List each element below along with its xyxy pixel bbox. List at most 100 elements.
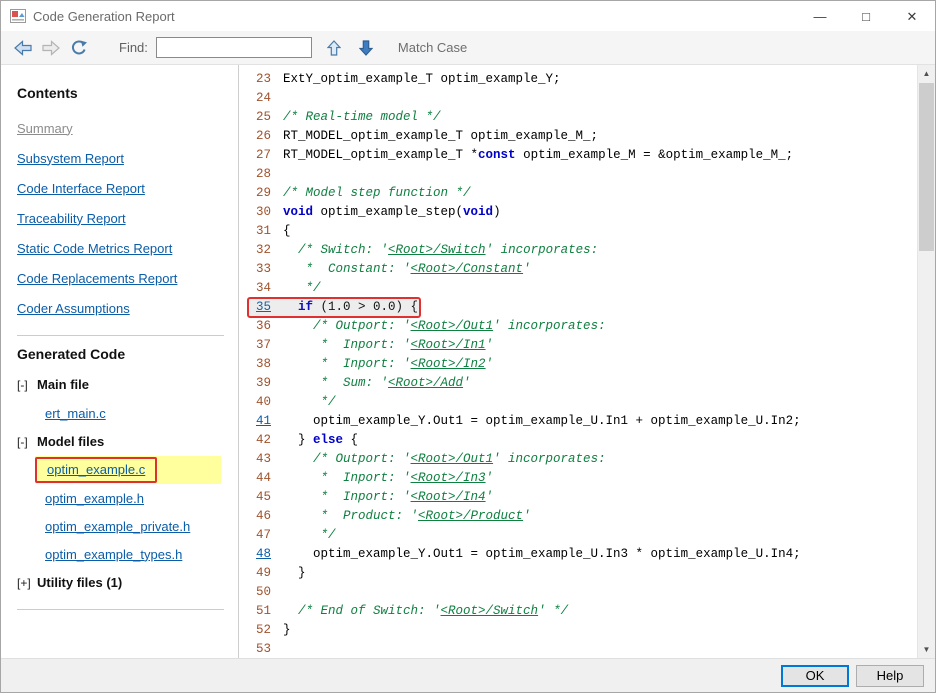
find-label: Find: <box>119 40 148 55</box>
line-number-25: 25 <box>255 110 271 124</box>
forward-button[interactable] <box>39 36 63 60</box>
file-link-optim-example-h[interactable]: optim_example.h <box>45 491 144 506</box>
sidebar-link-coder-assumptions[interactable]: Coder Assumptions <box>17 301 130 316</box>
refresh-button[interactable] <box>67 36 91 60</box>
line-number-50: 50 <box>255 585 271 599</box>
line-number-46: 46 <box>255 509 271 523</box>
line-number-link-48[interactable]: 48 <box>245 545 271 564</box>
line-number-45: 45 <box>255 490 271 504</box>
line-number-24: 24 <box>255 91 271 105</box>
generated-code-header: Generated Code <box>17 346 126 362</box>
sidebar-nav: Summary Subsystem Report Code Interface Re… <box>17 113 238 323</box>
code-text: RT_MODEL_optim_example_T *const optim_ex… <box>283 148 793 162</box>
code-segment: /* Outport: ' <box>283 452 411 466</box>
code-text: { <box>283 224 291 238</box>
line-number-32: 32 <box>255 243 271 257</box>
minimize-button[interactable]: — <box>797 1 843 31</box>
window-title: Code Generation Report <box>33 8 175 24</box>
sidebar-link-traceability-report[interactable]: Traceability Report <box>17 211 126 226</box>
sidebar: Contents Summary Subsystem Report Code Int… <box>1 65 239 658</box>
code-line-29: 29 /* Model step function */ <box>245 184 917 203</box>
file-link-optim-example-c[interactable]: optim_example.c <box>47 462 145 477</box>
scroll-down-button[interactable]: ▼ <box>918 641 935 658</box>
find-input[interactable] <box>155 37 312 58</box>
scroll-up-button[interactable]: ▲ <box>918 65 935 82</box>
scrollbar-thumb[interactable] <box>919 83 934 251</box>
trace-link-root-in4[interactable]: <Root>/In4 <box>411 490 486 504</box>
trace-link-root-in1[interactable]: <Root>/In1 <box>411 338 486 352</box>
code-segment: void <box>283 205 314 219</box>
code-segment: ' <box>485 490 494 504</box>
code-segment: /* Outport: ' <box>283 319 411 333</box>
sidebar-link-code-interface-report[interactable]: Code Interface Report <box>17 181 145 196</box>
nav-row: Coder Assumptions <box>17 293 238 323</box>
main-area: Contents Summary Subsystem Report Code Int… <box>1 65 935 658</box>
file-link-optim-example-types-h[interactable]: optim_example_types.h <box>45 547 182 562</box>
back-arrow-icon <box>14 39 32 56</box>
trace-link-root-add[interactable]: <Root>/Add <box>388 376 463 390</box>
sidebar-divider <box>17 335 224 336</box>
footer: OK Help <box>1 658 935 692</box>
forward-arrow-icon <box>42 39 60 56</box>
line-number-43: 43 <box>255 452 271 466</box>
code-segment: RT_MODEL_optim_example_T optim_example_M… <box>283 129 599 143</box>
line-number-30: 30 <box>255 205 271 219</box>
ok-button[interactable]: OK <box>781 664 849 687</box>
code-segment: * Inport: ' <box>283 490 411 504</box>
trace-link-root-constant[interactable]: <Root>/Constant <box>411 262 524 276</box>
trace-link-root-out1[interactable]: <Root>/Out1 <box>411 452 494 466</box>
tree-group-label-main-file: Main file <box>37 377 90 392</box>
trace-link-root-switch[interactable]: <Root>/Switch <box>441 604 539 618</box>
line-number-40: 40 <box>255 395 271 409</box>
file-link-ert-main-c[interactable]: ert_main.c <box>45 406 106 421</box>
trace-link-root-product[interactable]: <Root>/Product <box>418 509 523 523</box>
maximize-button[interactable]: □ <box>843 1 889 31</box>
trace-link-root-out1[interactable]: <Root>/Out1 <box>411 319 494 333</box>
expander-icon-model-files[interactable]: [-] <box>17 435 37 449</box>
line-number-33: 33 <box>255 262 271 276</box>
vertical-scrollbar[interactable]: ▲ ▼ <box>917 65 935 658</box>
sidebar-link-subsystem-report[interactable]: Subsystem Report <box>17 151 124 166</box>
code-line-30: 30 void optim_example_step(void) <box>245 203 917 222</box>
line-number-27: 27 <box>255 148 271 162</box>
line-number-29: 29 <box>255 186 271 200</box>
back-button[interactable] <box>11 36 35 60</box>
tree-group-row: [-] Main file <box>17 370 238 399</box>
match-case-label[interactable]: Match Case <box>398 40 467 55</box>
code-segment: if <box>298 300 314 314</box>
code-segment: optim_example_Y.Out1 = optim_example_U.I… <box>283 414 801 428</box>
expander-icon-main-file[interactable]: [-] <box>17 378 37 392</box>
file-link-optim-example-private-h[interactable]: optim_example_private.h <box>45 519 190 534</box>
close-button[interactable]: ✕ <box>889 1 935 31</box>
tree-file-row: optim_example.c <box>35 456 221 484</box>
code-line-42: 42 } else { <box>245 431 917 450</box>
expander-icon-utility-files-1[interactable]: [+] <box>17 576 37 590</box>
code-segment: */ <box>283 281 321 295</box>
trace-link-root-in3[interactable]: <Root>/In3 <box>411 471 486 485</box>
maximize-icon: □ <box>862 8 870 24</box>
line-number-38: 38 <box>255 357 271 371</box>
code-segment: RT_MODEL_optim_example_T * <box>283 148 479 162</box>
code-generation-report-window: Code Generation Report — □ ✕ Find: Match… <box>0 0 936 693</box>
sidebar-bottom-divider <box>17 609 224 610</box>
code-text: * Sum: '<Root>/Add' <box>283 376 471 390</box>
code-segment: void <box>463 205 494 219</box>
find-next-button[interactable] <box>354 36 378 60</box>
code-text: /* Real-time model */ <box>283 110 441 124</box>
sidebar-link-summary[interactable]: Summary <box>17 121 73 136</box>
trace-link-root-in2[interactable]: <Root>/In2 <box>411 357 486 371</box>
trace-link-root-switch[interactable]: <Root>/Switch <box>388 243 486 257</box>
sidebar-link-static-code-metrics-report[interactable]: Static Code Metrics Report <box>17 241 172 256</box>
line-number-link-35[interactable]: 35 <box>245 298 271 317</box>
code-text: * Inport: '<Root>/In2' <box>283 357 494 371</box>
code-line-39: 39 * Sum: '<Root>/Add' <box>245 374 917 393</box>
sidebar-link-code-replacements-report[interactable]: Code Replacements Report <box>17 271 177 286</box>
code-text: } <box>283 623 291 637</box>
code-segment: * Inport: ' <box>283 338 411 352</box>
find-previous-button[interactable] <box>322 36 346 60</box>
nav-row: Code Replacements Report <box>17 263 238 293</box>
tree-group-label-model-files: Model files <box>37 434 105 449</box>
line-number-link-41[interactable]: 41 <box>245 412 271 431</box>
code-line-41: 41 optim_example_Y.Out1 = optim_example_… <box>245 412 917 431</box>
help-button[interactable]: Help <box>856 664 924 687</box>
